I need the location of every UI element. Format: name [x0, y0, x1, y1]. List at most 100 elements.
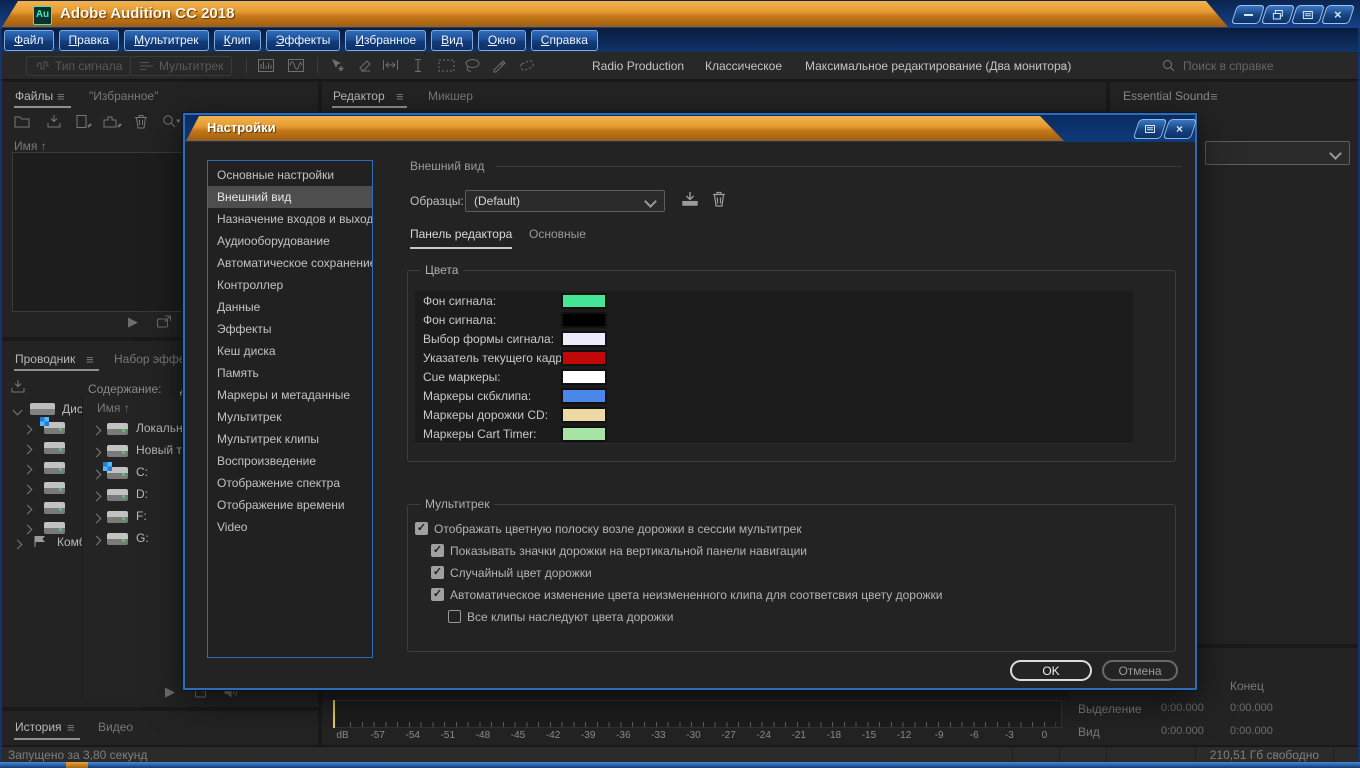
- menu-file[interactable]: Файл: [4, 30, 54, 51]
- workspace-radio-production[interactable]: Radio Production: [592, 59, 684, 73]
- dialog-close-button[interactable]: ×: [1163, 119, 1197, 139]
- play-icon[interactable]: ▶: [165, 684, 175, 700]
- checkbox-label[interactable]: Автоматическое изменение цвета неизменен…: [450, 588, 942, 602]
- menu-help[interactable]: Справка: [531, 30, 598, 51]
- dialog-tab-editor-panel[interactable]: Панель редактора: [410, 227, 512, 249]
- time-select-tool-icon[interactable]: [412, 58, 424, 73]
- cancel-button[interactable]: Отмена: [1102, 660, 1178, 681]
- import-file-icon[interactable]: [46, 114, 63, 129]
- color-row[interactable]: Маркеры дорожки CD:: [415, 405, 1133, 425]
- chevron-right-icon[interactable]: [92, 426, 102, 436]
- search-input[interactable]: [1181, 58, 1335, 74]
- restore-button[interactable]: [1261, 5, 1295, 24]
- chevron-right-icon[interactable]: [23, 505, 33, 515]
- import-icon[interactable]: [10, 379, 27, 394]
- menu-favorites[interactable]: Избранное: [345, 30, 426, 51]
- drive-row-label[interactable]: G:: [136, 531, 149, 545]
- color-row[interactable]: Маркеры скбклипа:: [415, 386, 1133, 406]
- category-item[interactable]: Мультитрек: [208, 406, 372, 428]
- save-preset-icon[interactable]: [681, 191, 699, 207]
- history-panel-menu-icon[interactable]: ≡: [67, 720, 75, 735]
- color-swatch[interactable]: [561, 293, 607, 309]
- ok-button[interactable]: OK: [1010, 660, 1092, 681]
- dialog-shade-button[interactable]: [1133, 119, 1167, 139]
- checkbox-random-color[interactable]: ✓: [431, 566, 444, 579]
- color-swatch[interactable]: [561, 407, 607, 423]
- checkbox-label[interactable]: Все клипы наследуют цвета дорожки: [467, 610, 673, 624]
- category-item[interactable]: Эффекты: [208, 318, 372, 340]
- menu-multitrack[interactable]: Мультитрек: [124, 30, 209, 51]
- category-item[interactable]: Кеш диска: [208, 340, 372, 362]
- lasso-tool-icon[interactable]: [464, 58, 481, 73]
- samples-dropdown[interactable]: (Default): [465, 190, 665, 212]
- color-row[interactable]: Cue маркеры:: [415, 367, 1133, 387]
- open-folder-icon[interactable]: [14, 115, 32, 129]
- tab-history[interactable]: История: [15, 720, 62, 734]
- explorer-name-column-header[interactable]: Имя ↑: [97, 401, 130, 415]
- meter-playhead[interactable]: [333, 700, 335, 728]
- checkbox-label[interactable]: Случайный цвет дорожки: [450, 566, 592, 580]
- slip-tool-icon[interactable]: [382, 58, 399, 72]
- minimize-button[interactable]: [1231, 5, 1265, 24]
- category-item[interactable]: Маркеры и метаданные: [208, 384, 372, 406]
- play-icon[interactable]: ▶: [128, 314, 138, 330]
- checkbox-label[interactable]: Отображать цветную полоску возле дорожки…: [434, 522, 802, 536]
- checkbox-auto-clip-color[interactable]: ✓: [431, 588, 444, 601]
- color-swatch[interactable]: [561, 369, 607, 385]
- category-item-selected[interactable]: Внешний вид: [208, 186, 372, 208]
- category-item[interactable]: Мультитрек клипы: [208, 428, 372, 450]
- spectral-display-icon[interactable]: [258, 59, 274, 72]
- workspace-max-editing[interactable]: Максимальное редактирование (Два монитор…: [805, 59, 1071, 73]
- chevron-right-icon[interactable]: [23, 465, 33, 475]
- chevron-right-icon[interactable]: [23, 425, 33, 435]
- checkbox-color-bar[interactable]: ✓: [415, 522, 428, 535]
- category-item[interactable]: Воспроизведение: [208, 450, 372, 472]
- move-tool-icon[interactable]: [330, 58, 346, 73]
- waveform-display-icon[interactable]: [288, 59, 304, 72]
- category-item[interactable]: Отображение времени: [208, 494, 372, 516]
- color-row[interactable]: Маркеры Cart Timer:: [415, 424, 1133, 444]
- color-swatch[interactable]: [561, 312, 607, 328]
- chevron-right-icon[interactable]: [92, 536, 102, 546]
- checkbox-track-icons[interactable]: ✓: [431, 544, 444, 557]
- chevron-right-icon[interactable]: [92, 514, 102, 524]
- trash-icon[interactable]: [134, 114, 148, 129]
- category-item[interactable]: Данные: [208, 296, 372, 318]
- batch-icon[interactable]: [103, 114, 123, 129]
- chevron-right-icon[interactable]: [13, 540, 23, 550]
- delete-preset-icon[interactable]: [712, 191, 726, 207]
- dialog-titlebar[interactable]: Настройки ×: [185, 115, 1195, 142]
- workspace-overflow-chevrons[interactable]: »: [1060, 59, 1067, 73]
- tab-explorer[interactable]: Проводник: [15, 352, 75, 366]
- waveform-view-button[interactable]: Тип сигнала: [26, 56, 131, 76]
- drive-row-label[interactable]: D:: [136, 487, 148, 501]
- color-row[interactable]: Выбор формы сигнала:: [415, 329, 1133, 349]
- color-swatch[interactable]: [561, 350, 607, 366]
- category-item[interactable]: Контроллер: [208, 274, 372, 296]
- checkbox-clips-inherit[interactable]: [448, 610, 461, 623]
- menu-clip[interactable]: Клип: [214, 30, 261, 51]
- chevron-right-icon[interactable]: [23, 445, 33, 455]
- search-files-icon[interactable]: [162, 114, 182, 129]
- color-swatch[interactable]: [561, 426, 607, 442]
- explorer-panel-menu-icon[interactable]: ≡: [86, 352, 94, 367]
- category-item[interactable]: Память: [208, 362, 372, 384]
- category-item[interactable]: Автоматическое сохранение: [208, 252, 372, 274]
- marquee-tool-icon[interactable]: [438, 59, 455, 72]
- menu-view[interactable]: Вид: [431, 30, 473, 51]
- close-button[interactable]: ×: [1321, 5, 1355, 24]
- brush-tool-icon[interactable]: [492, 58, 507, 73]
- category-item[interactable]: Аудиооборудование: [208, 230, 372, 252]
- essential-preset-dropdown[interactable]: [1205, 141, 1350, 165]
- help-search-field[interactable]: [1162, 56, 1352, 75]
- files-name-column-header[interactable]: Имя ↑: [14, 139, 47, 153]
- dialog-tab-general[interactable]: Основные: [529, 227, 586, 247]
- files-panel-menu-icon[interactable]: ≡: [57, 89, 65, 104]
- chevron-right-icon[interactable]: [92, 470, 102, 480]
- color-row[interactable]: Фон сигнала:: [415, 310, 1133, 330]
- shade-button[interactable]: [1291, 5, 1325, 24]
- menu-edit[interactable]: Правка: [59, 30, 120, 51]
- razor-tool-icon[interactable]: [358, 58, 373, 73]
- tab-essential-sound[interactable]: Essential Sound: [1123, 89, 1210, 103]
- color-swatch[interactable]: [561, 388, 607, 404]
